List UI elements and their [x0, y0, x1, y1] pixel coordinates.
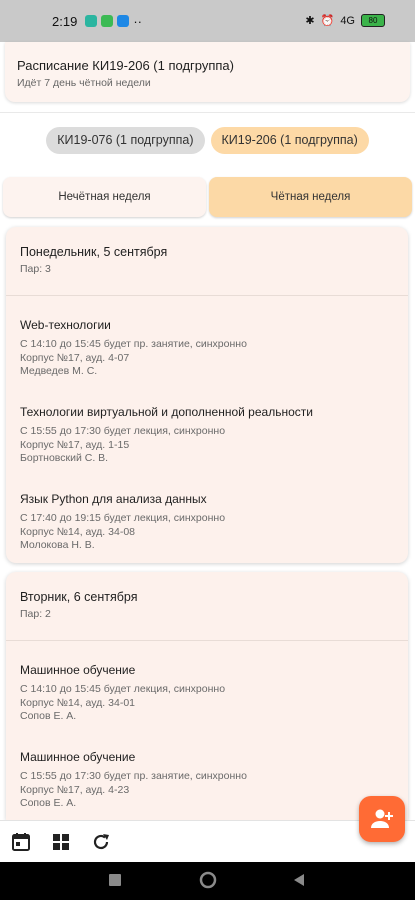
lesson-time: С 15:55 до 17:30 будет лекция, синхронно	[20, 425, 226, 437]
lesson-name: Web-технологии	[20, 318, 111, 332]
recent-apps-icon[interactable]	[108, 873, 122, 887]
back-icon[interactable]	[292, 873, 306, 887]
page-title: Расписание КИ19-206 (1 подгруппа)	[17, 58, 234, 73]
odd-week-button[interactable]: Нечётная неделя	[3, 177, 206, 217]
lesson-teacher: Сопов Е. А.	[20, 710, 77, 723]
status-indicators: ✱ ⏰ 4G 80	[305, 14, 385, 27]
lesson-name: Машинное обучение	[20, 663, 136, 677]
lesson-item: Машинное обучение С 14:10 до 15:45 будет…	[6, 663, 408, 750]
day-card: Вторник, 6 сентября Пар: 2 Машинное обуч…	[6, 572, 408, 820]
calendar-icon[interactable]	[10, 831, 32, 853]
lesson-room: Корпус №17, ауд. 1-15	[20, 438, 130, 451]
lesson-room: Корпус №17, ауд. 4-07	[20, 351, 130, 364]
bottom-app-bar	[0, 820, 415, 863]
lesson-time: С 14:10 до 15:45 будет лекция, синхронно	[20, 683, 226, 695]
lesson-name: Язык Python для анализа данных	[20, 492, 207, 506]
refresh-icon[interactable]	[90, 831, 112, 853]
signal-icon: 4G	[340, 14, 355, 27]
group-chip[interactable]: КИ19-076 (1 подгруппа)	[46, 127, 205, 154]
add-user-button[interactable]	[359, 796, 405, 842]
notification-app-icon	[117, 15, 130, 27]
lesson-room: Корпус №14, ауд. 34-08	[20, 525, 135, 538]
lesson-time: С 15:55 до 17:30 будет пр. занятие, синх…	[20, 770, 247, 782]
lesson-name: Технологии виртуальной и дополненной реа…	[20, 405, 313, 419]
lesson-item: Язык Python для анализа данных С 17:40 д…	[6, 492, 408, 579]
pairs-count: Пар: 2	[20, 608, 51, 620]
lesson-item: Технологии виртуальной и дополненной реа…	[6, 405, 408, 492]
notification-app-icon	[85, 15, 98, 27]
day-header: Понедельник, 5 сентября Пар: 3	[6, 227, 408, 296]
day-card: Понедельник, 5 сентября Пар: 3 Web-техно…	[6, 227, 408, 563]
week-status: Идёт 7 день чётной недели	[17, 77, 151, 89]
lesson-item: Машинное обучение С 15:55 до 17:30 будет…	[6, 750, 408, 820]
notification-app-icon	[101, 15, 114, 27]
status-more: ··	[133, 13, 142, 29]
alarm-icon: ⏰	[320, 15, 335, 27]
week-toggle: Нечётная неделя Чётная неделя	[3, 177, 412, 217]
even-week-button[interactable]: Чётная неделя	[209, 177, 412, 217]
day-title: Понедельник, 5 сентября	[20, 245, 168, 259]
status-bar: 2:19 ·· ✱ ⏰ 4G 80	[0, 0, 415, 42]
day-title: Вторник, 6 сентября	[20, 590, 138, 604]
pairs-count: Пар: 3	[20, 263, 51, 275]
status-time: 2:19	[52, 13, 78, 29]
grid-icon[interactable]	[50, 831, 72, 853]
add-user-icon	[371, 809, 393, 828]
lesson-time: С 14:10 до 15:45 будет пр. занятие, синх…	[20, 338, 247, 350]
battery-icon: 80	[361, 14, 385, 27]
lesson-room: Корпус №17, ауд. 4-23	[20, 783, 130, 796]
group-chips: КИ19-076 (1 подгруппа) КИ19-206 (1 подгр…	[0, 127, 415, 154]
home-icon[interactable]	[199, 871, 217, 889]
bluetooth-icon: ✱	[305, 15, 315, 27]
group-chip-selected[interactable]: КИ19-206 (1 подгруппа)	[210, 127, 369, 154]
divider	[0, 112, 415, 113]
lesson-item: Web-технологии С 14:10 до 15:45 будет пр…	[6, 318, 408, 405]
lesson-teacher: Сопов Е. А.	[20, 797, 77, 810]
lesson-room: Корпус №14, ауд. 34-01	[20, 696, 135, 709]
system-nav-bar	[0, 862, 415, 900]
lesson-teacher: Медведев М. С.	[20, 365, 98, 378]
day-header: Вторник, 6 сентября Пар: 2	[6, 572, 408, 641]
lesson-teacher: Бортновский С. В.	[20, 452, 109, 465]
lesson-time: С 17:40 до 19:15 будет лекция, синхронно	[20, 512, 226, 524]
lesson-name: Машинное обучение	[20, 750, 136, 764]
lesson-teacher: Молокова Н. В.	[20, 539, 95, 552]
schedule-header: Расписание КИ19-206 (1 подгруппа) Идёт 7…	[5, 42, 410, 102]
